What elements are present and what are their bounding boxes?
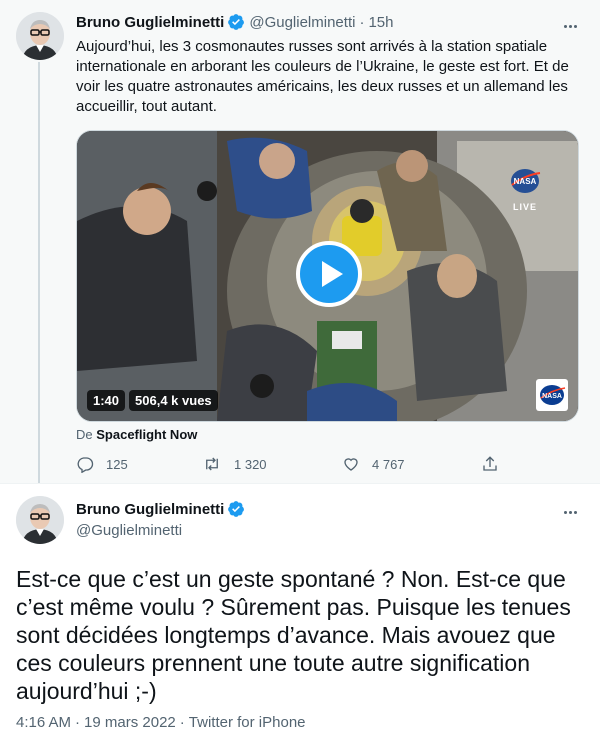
author-name-row: Bruno Guglielminetti [76, 500, 245, 518]
video-player[interactable]: NASA LIVE 1:40 506,4 k vues NASA [77, 131, 578, 421]
caption-prefix: De [76, 427, 93, 442]
context-tweet[interactable]: Bruno Guglielminetti @Guglielminetti · 1… [0, 0, 600, 483]
live-label: LIVE [512, 202, 537, 212]
nasa-logo-icon: NASA [511, 169, 541, 193]
tweet-source[interactable]: Twitter for iPhone [189, 714, 306, 731]
author-row: Bruno Guglielminetti @Guglielminetti · 1… [76, 13, 393, 31]
nasa-live-logo: NASA LIVE [502, 167, 548, 212]
separator-dot: · [359, 13, 365, 31]
verified-badge-icon [227, 13, 245, 31]
author-handle-row: @Guglielminetti [76, 522, 182, 539]
author-name[interactable]: Bruno Guglielminetti [76, 14, 224, 31]
video-card[interactable]: NASA LIVE 1:40 506,4 k vues NASA [76, 130, 579, 422]
author-handle[interactable]: @Guglielminetti [249, 14, 355, 31]
author-name[interactable]: Bruno Guglielminetti [76, 501, 224, 518]
avatar[interactable] [16, 496, 64, 544]
play-icon [321, 261, 343, 287]
reply-icon [77, 457, 94, 473]
share-button[interactable] [481, 455, 511, 473]
svg-text:NASA: NASA [542, 393, 562, 400]
verified-badge-icon [227, 500, 245, 518]
thread-connector-line [38, 62, 40, 483]
nasa-corner-logo: NASA [536, 379, 568, 411]
play-button[interactable] [296, 241, 362, 307]
more-options-icon[interactable] [560, 502, 580, 522]
tweet-metadata: 4:16 AM · 19 mars 2022 · Twitter for iPhone [16, 714, 306, 731]
media-source-caption: De Spaceflight Now [76, 427, 197, 442]
retweet-icon [206, 457, 218, 471]
svg-text:NASA: NASA [514, 177, 537, 186]
avatar[interactable] [16, 12, 64, 60]
caption-source-link[interactable]: Spaceflight Now [96, 427, 197, 442]
tweet-time[interactable]: 4:16 AM [16, 714, 71, 731]
reply-button[interactable]: 125 [76, 455, 128, 473]
author-handle[interactable]: @Guglielminetti [76, 522, 182, 539]
tweet-text: Aujourd’hui, les 3 cosmonautes russes so… [76, 38, 569, 115]
like-count: 4 767 [372, 456, 405, 472]
retweet-count: 1 320 [234, 456, 267, 472]
nasa-watermark-icon: NASA [540, 385, 566, 405]
video-views: 506,4 k vues [129, 390, 218, 411]
tweet-date[interactable]: 19 mars 2022 [84, 714, 176, 731]
video-duration: 1:40 [87, 390, 126, 411]
divider [0, 483, 600, 484]
heart-icon [344, 458, 358, 471]
video-meta: 1:40 506,4 k vues [87, 390, 218, 411]
reply-count: 125 [106, 456, 128, 472]
separator-dot: · [179, 714, 185, 731]
tweet-actions: 125 1 320 4 767 [76, 455, 506, 475]
retweet-button[interactable]: 1 320 [202, 455, 267, 473]
tweet-text: Est-ce que c’est un geste spontané ? Non… [16, 566, 571, 704]
more-options-icon[interactable] [560, 16, 580, 36]
share-icon [483, 456, 497, 471]
separator-dot: · [75, 714, 81, 731]
tweet-time[interactable]: 15h [368, 14, 393, 31]
like-button[interactable]: 4 767 [342, 455, 405, 473]
